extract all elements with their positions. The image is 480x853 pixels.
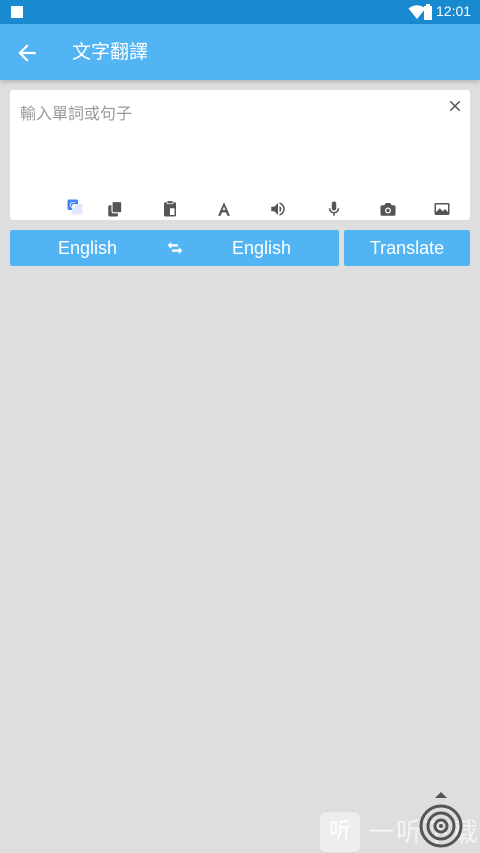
language-selector-bar: English English [10,230,339,266]
status-time: 12:01 [436,3,472,19]
clipboard-icon[interactable] [161,200,179,218]
back-arrow-icon[interactable] [14,40,40,66]
translate-icon[interactable]: G [66,198,84,216]
copy-icon[interactable] [106,200,124,218]
svg-text:G: G [70,201,76,210]
font-icon[interactable] [215,200,233,218]
battery-icon [424,4,432,20]
speaker-icon[interactable] [269,200,287,218]
text-input[interactable] [20,100,430,180]
notification-icon [11,6,23,18]
source-language[interactable]: English [58,238,117,258]
target-language[interactable]: English [232,238,291,258]
floating-target-icon[interactable] [418,790,464,850]
status-bar: 12:01 [0,0,480,24]
swap-icon[interactable] [166,239,184,257]
mic-icon[interactable] [325,200,343,218]
page-title: 文字翻譯 [72,41,149,63]
watermark-logo-icon: 听 [320,812,360,852]
watermark: 听 一听下载 [320,790,480,853]
close-icon[interactable] [446,97,464,115]
translate-button[interactable]: Translate [344,230,470,266]
camera-icon[interactable] [379,200,397,218]
app-bar: 文字翻譯 [0,24,480,80]
image-icon[interactable] [433,200,451,218]
input-card: G [10,90,470,220]
